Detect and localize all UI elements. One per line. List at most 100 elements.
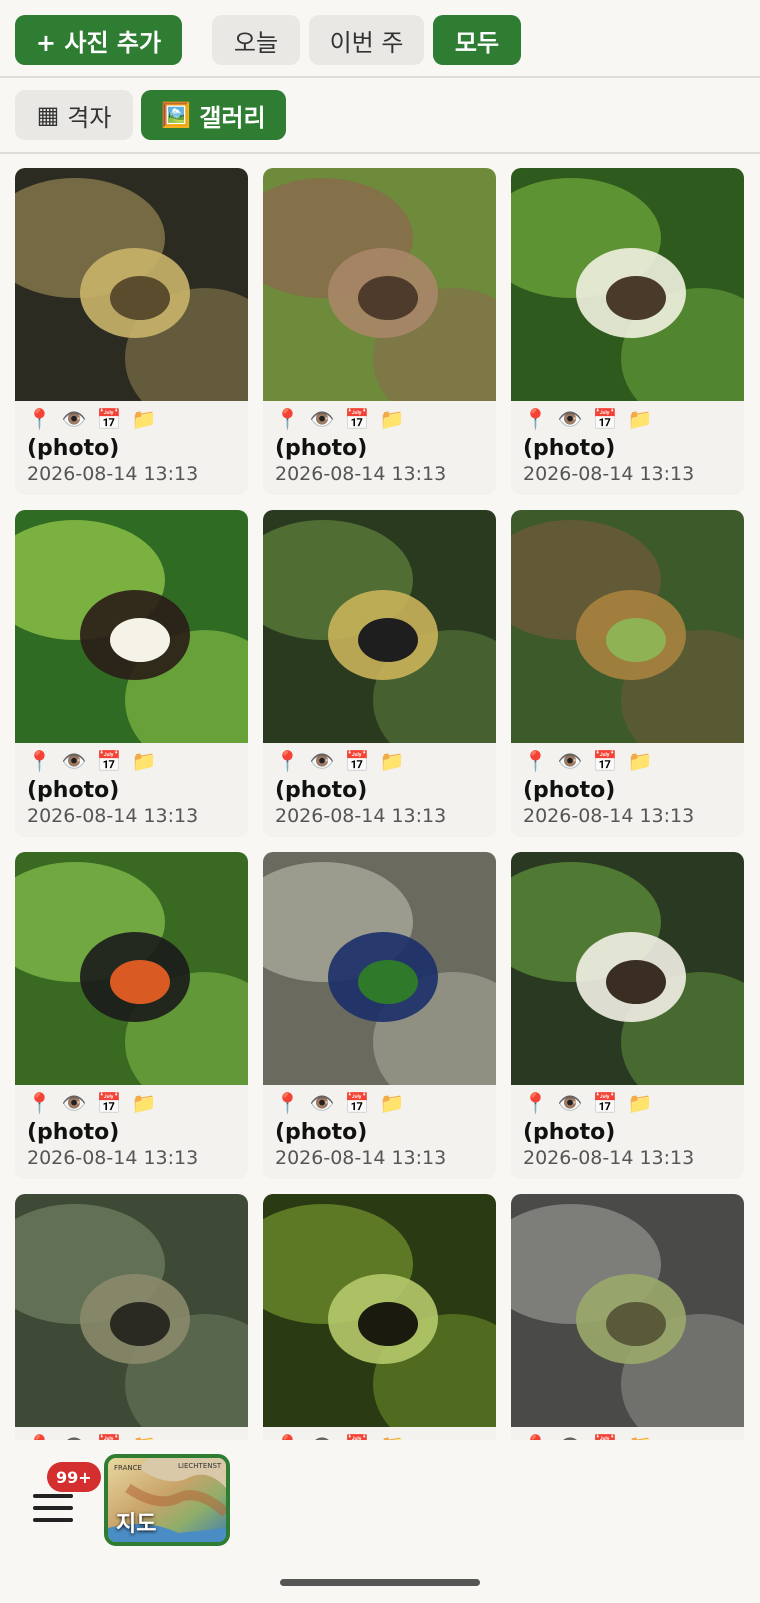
eye-icon[interactable]: 👁️ (310, 749, 335, 773)
eye-icon[interactable]: 👁️ (62, 749, 87, 773)
calendar-icon[interactable]: 📅 (345, 1433, 370, 1440)
photo-thumbnail[interactable] (511, 168, 744, 401)
map-button-label: 지도 (116, 1512, 157, 1537)
folder-icon[interactable]: 📁 (628, 407, 653, 431)
calendar-icon[interactable]: 📅 (345, 749, 370, 773)
map-button[interactable]: FRANCE LIECHTENST 지도 (104, 1454, 230, 1546)
folder-icon[interactable]: 📁 (132, 1433, 157, 1440)
folder-icon[interactable]: 📁 (628, 1433, 653, 1440)
photo-timestamp: 2026-08-14 13:13 (275, 805, 447, 827)
photo-thumbnail[interactable] (15, 1194, 248, 1427)
location-pin-icon[interactable]: 📍 (523, 1091, 548, 1115)
eye-icon[interactable]: 👁️ (310, 1433, 335, 1440)
photo-title: (photo) (523, 1120, 616, 1145)
photo-title: (photo) (27, 778, 120, 803)
grid-view-button[interactable]: ▦ 격자 (15, 90, 133, 140)
eye-icon[interactable]: 👁️ (62, 407, 87, 431)
photo-card[interactable]: 📍👁️📅📁(photo)2026-08-14 13:13 (263, 852, 496, 1179)
folder-icon[interactable]: 📁 (380, 749, 405, 773)
eye-icon[interactable]: 👁️ (558, 749, 583, 773)
photo-thumbnail[interactable] (263, 510, 496, 743)
gallery-view-label: 갤러리 (199, 103, 266, 132)
folder-icon[interactable]: 📁 (380, 1091, 405, 1115)
eye-icon[interactable]: 👁️ (62, 1433, 87, 1440)
location-pin-icon[interactable]: 📍 (523, 749, 548, 773)
folder-icon[interactable]: 📁 (132, 749, 157, 773)
location-pin-icon[interactable]: 📍 (275, 1091, 300, 1115)
folder-icon[interactable]: 📁 (628, 1091, 653, 1115)
photo-card[interactable]: 📍👁️📅📁(photo)2026-08-14 13:13 (15, 852, 248, 1179)
photo-thumbnail[interactable] (511, 510, 744, 743)
photo-timestamp: 2026-08-14 13:13 (523, 1147, 695, 1169)
photo-thumbnail[interactable] (263, 852, 496, 1085)
folder-icon[interactable]: 📁 (132, 407, 157, 431)
photo-card[interactable]: 📍👁️📅📁(photo)2026-08-14 13:13 (15, 510, 248, 837)
photo-card[interactable]: 📍 👁️ 📅 📁 (photo)2026-08-14 13:13 (263, 510, 496, 837)
photo-timestamp: 2026-08-14 13:13 (275, 463, 447, 485)
photo-thumbnail[interactable] (263, 1194, 496, 1427)
photo-thumbnail[interactable] (15, 510, 248, 743)
filter-all-button[interactable]: 모두 (433, 15, 521, 65)
photo-gallery-grid: 📍 👁️ 📅 📁 (photo) 2026-08-14 13:13 📍 👁️ 📅 📁 (photo)… (15, 168, 745, 1440)
location-pin-icon[interactable]: 📍 (27, 1433, 52, 1440)
photo-timestamp: 2026-08-14 13:13 (275, 1147, 447, 1169)
eye-icon[interactable]: 👁️ (558, 407, 583, 431)
location-pin-icon[interactable]: 📍 (275, 749, 300, 773)
photo-title: (photo) (27, 1120, 120, 1145)
photo-timestamp: 2026-08-14 13:13 (27, 463, 199, 485)
calendar-icon[interactable]: 📅 (97, 749, 122, 773)
photo-card[interactable]: 📍👁️📅📁(photo)2026-08-14 13:13 (15, 168, 248, 495)
eye-icon[interactable]: 👁️ (310, 1091, 335, 1115)
photo-thumbnail[interactable] (15, 168, 248, 401)
location-pin-icon[interactable]: 📍 (523, 407, 548, 431)
photo-thumbnail[interactable] (263, 168, 496, 401)
photo-card[interactable]: 📍👁️📅📁(photo)2026-08-14 13:13 (15, 1194, 248, 1440)
filter-today-button[interactable]: 오늘 (212, 15, 300, 65)
location-pin-icon[interactable]: 📍 (27, 749, 52, 773)
map-label-liechtenstein: LIECHTENST (178, 1462, 222, 1470)
photo-title: (photo) (275, 778, 368, 803)
eye-icon[interactable]: 👁️ (310, 407, 335, 431)
calendar-icon[interactable]: 📅 (345, 1091, 370, 1115)
photo-thumbnail[interactable] (511, 1194, 744, 1427)
gallery-icon: 🖼️ (161, 101, 192, 129)
location-pin-icon[interactable]: 📍 (27, 1091, 52, 1115)
gallery-view-button[interactable]: 🖼️ 갤러리 (141, 90, 286, 140)
folder-icon[interactable]: 📁 (628, 749, 653, 773)
map-label-france: FRANCE (114, 1464, 142, 1472)
location-pin-icon[interactable]: 📍 (275, 407, 300, 431)
calendar-icon[interactable]: 📅 (97, 1091, 122, 1115)
filter-this-week-button[interactable]: 이번 주 (309, 15, 424, 65)
location-pin-icon[interactable]: 📍 (275, 1433, 300, 1440)
photo-card[interactable]: 📍👁️📅📁(photo)2026-08-14 13:13 (511, 168, 744, 495)
photo-card[interactable]: 📍👁️📅📁(photo)2026-08-14 13:13 (263, 168, 496, 495)
add-photo-button[interactable]: + 사진 추가 (15, 15, 182, 65)
photo-title: (photo) (523, 778, 616, 803)
calendar-icon[interactable]: 📅 (593, 1091, 618, 1115)
menu-icon[interactable] (33, 1492, 75, 1526)
calendar-icon[interactable]: 📅 (593, 407, 618, 431)
calendar-icon[interactable]: 📅 (345, 407, 370, 431)
calendar-icon[interactable]: 📅 (97, 1433, 122, 1440)
photo-thumbnail[interactable] (15, 852, 248, 1085)
photo-card[interactable]: 📍 👁️ 📅 📁 (photo)2026-08-14 13:13 (511, 510, 744, 837)
folder-icon[interactable]: 📁 (132, 1091, 157, 1115)
calendar-icon[interactable]: 📅 (97, 407, 122, 431)
photo-card[interactable]: 📍 👁️ 📅 📁 (photo)2026-08-14 13:13 (511, 852, 744, 1179)
location-pin-icon[interactable]: 📍 (27, 407, 52, 431)
photo-card[interactable]: 📍👁️📅📁(photo)2026-08-14 13:13 (263, 1194, 496, 1440)
home-indicator[interactable] (280, 1579, 480, 1586)
eye-icon[interactable]: 👁️ (558, 1091, 583, 1115)
calendar-icon[interactable]: 📅 (593, 1433, 618, 1440)
bottom-bar: 99+ FRANCE LIECHTENST 지도 (0, 1440, 760, 1603)
grid-view-label: 격자 (67, 103, 112, 132)
folder-icon[interactable]: 📁 (380, 407, 405, 431)
photo-thumbnail[interactable] (511, 852, 744, 1085)
eye-icon[interactable]: 👁️ (558, 1433, 583, 1440)
eye-icon[interactable]: 👁️ (62, 1091, 87, 1115)
photo-timestamp: 2026-08-14 13:13 (523, 805, 695, 827)
location-pin-icon[interactable]: 📍 (523, 1433, 548, 1440)
folder-icon[interactable]: 📁 (380, 1433, 405, 1440)
calendar-icon[interactable]: 📅 (593, 749, 618, 773)
photo-card[interactable]: 📍👁️📅📁(photo)2026-08-14 13:13 (511, 1194, 744, 1440)
